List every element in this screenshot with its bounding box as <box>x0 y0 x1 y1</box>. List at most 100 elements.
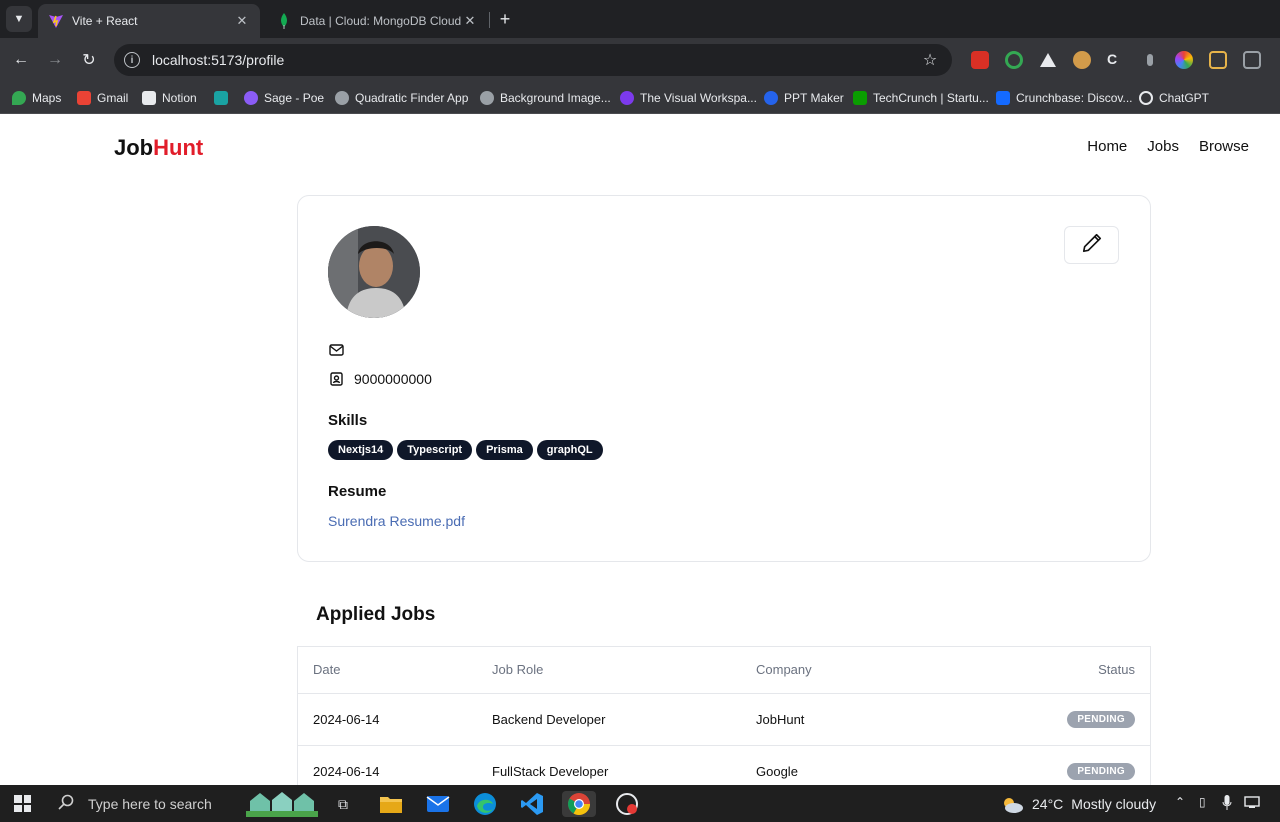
device-icon[interactable]: ▯ <box>1199 795 1206 809</box>
bookmark-visual-workspace[interactable]: The Visual Workspa... <box>620 89 757 107</box>
bookmark-app[interactable] <box>214 89 234 107</box>
nav-home[interactable]: Home <box>1087 138 1127 155</box>
bookmark-crunchbase[interactable]: Crunchbase: Discov... <box>996 89 1133 107</box>
nav-jobs[interactable]: Jobs <box>1147 138 1179 155</box>
taskbar-search[interactable]: Type here to search <box>48 785 238 822</box>
cloud-sun-icon <box>1000 796 1024 813</box>
column-header-job-role: Job Role <box>477 647 741 694</box>
extension-icon[interactable] <box>1209 51 1227 69</box>
column-header-status: Status <box>932 647 1150 694</box>
vscode-icon[interactable] <box>519 791 545 817</box>
resume-heading: Resume <box>328 483 387 500</box>
bookmark-star-icon[interactable]: ☆ <box>920 50 940 70</box>
status-badge: PENDING <box>1067 711 1135 728</box>
houses-widget-icon[interactable] <box>246 791 318 817</box>
forward-arrow-icon[interactable]: → <box>43 48 67 72</box>
extension-icon[interactable]: C <box>1107 51 1125 69</box>
tab-vite-react[interactable]: Vite + React ✕ <box>38 4 260 38</box>
avatar <box>328 226 420 318</box>
bookmark-quadratic[interactable]: Quadratic Finder App <box>335 89 468 107</box>
nav-browse[interactable]: Browse <box>1199 138 1249 155</box>
skill-badge: Prisma <box>476 440 533 460</box>
mail-icon <box>328 342 344 358</box>
maps-pin-icon <box>12 91 26 105</box>
bookmark-maps[interactable]: Maps <box>12 89 61 107</box>
column-header-date: Date <box>298 647 477 694</box>
cookie-extension-icon[interactable] <box>1073 51 1091 69</box>
vite-logo-icon <box>48 13 64 29</box>
chatgpt-icon <box>1139 91 1153 105</box>
microphone-icon[interactable] <box>1222 795 1232 814</box>
techcrunch-icon <box>853 91 867 105</box>
recording-app-icon[interactable] <box>614 791 640 817</box>
column-header-company: Company <box>741 647 933 694</box>
status-badge: PENDING <box>1067 763 1135 780</box>
tab-separator <box>489 12 490 28</box>
table-row: 2024-06-14 FullStack Developer Google PE… <box>298 745 1150 785</box>
color-picker-extension-icon[interactable] <box>1175 51 1193 69</box>
bookmark-notion[interactable]: Notion <box>142 89 197 107</box>
table-header-row: Date Job Role Company Status <box>298 647 1150 694</box>
applied-jobs-heading: Applied Jobs <box>316 604 436 625</box>
browser-toolbar: ← → ↻ i localhost:5173/profile ☆ C <box>0 38 1280 82</box>
pencil-icon <box>1081 232 1103 259</box>
weather-widget[interactable]: 24°C Mostly cloudy <box>1000 785 1156 822</box>
extension-icon[interactable] <box>1039 51 1057 69</box>
bookmark-chatgpt[interactable]: ChatGPT <box>1139 89 1209 107</box>
tab-title: Vite + React <box>72 14 138 28</box>
close-icon[interactable]: ✕ <box>462 13 478 29</box>
page-content: JobHunt Home Jobs Browse 9000000000 Skil… <box>0 115 1280 785</box>
back-arrow-icon[interactable]: ← <box>9 48 33 72</box>
new-tab-button[interactable]: + <box>494 8 516 30</box>
tab-mongodb[interactable]: Data | Cloud: MongoDB Cloud ✕ <box>266 4 488 38</box>
skills-list: Nextjs14 Typescript Prisma graphQL <box>328 440 603 460</box>
notion-icon <box>142 91 156 105</box>
extension-icon[interactable] <box>1141 51 1159 69</box>
task-view-icon[interactable]: ⧉ <box>330 791 356 817</box>
bookmark-sage-poe[interactable]: Sage - Poe <box>244 89 324 107</box>
site-info-icon[interactable]: i <box>124 52 140 68</box>
gmail-icon <box>77 91 91 105</box>
skill-badge: Typescript <box>397 440 473 460</box>
network-icon[interactable] <box>1244 795 1262 812</box>
tab-search-button[interactable]: ▼ <box>6 6 32 32</box>
phone-number: 9000000000 <box>354 371 432 387</box>
weather-condition: Mostly cloudy <box>1071 795 1157 812</box>
job-company: Google <box>741 745 933 785</box>
file-explorer-icon[interactable] <box>378 791 404 817</box>
job-company: JobHunt <box>741 693 933 746</box>
bookmark-background-image[interactable]: Background Image... <box>480 89 611 107</box>
extension-icon[interactable] <box>1005 51 1023 69</box>
applied-jobs-table: Date Job Role Company Status 2024-06-14 … <box>297 646 1151 785</box>
browser-tabstrip: ▼ Vite + React ✕ Data | Cloud: MongoDB C… <box>0 0 1280 38</box>
resume-link[interactable]: Surendra Resume.pdf <box>328 513 465 529</box>
temperature: 24°C <box>1032 795 1064 812</box>
address-bar[interactable]: i localhost:5173/profile ☆ <box>114 44 952 76</box>
bookmark-ppt-maker[interactable]: PPT Maker <box>764 89 844 107</box>
contact-icon <box>328 371 344 387</box>
close-icon[interactable]: ✕ <box>234 13 250 29</box>
edit-profile-button[interactable] <box>1064 226 1119 264</box>
bookmarks-bar: Maps Gmail Notion Sage - Poe Quadratic F… <box>0 82 1280 114</box>
bookmark-techcrunch[interactable]: TechCrunch | Startu... <box>853 89 989 107</box>
search-placeholder: Type here to search <box>88 795 212 812</box>
skill-badge: Nextjs14 <box>328 440 394 460</box>
mail-app-icon[interactable] <box>425 791 451 817</box>
globe-icon <box>480 91 494 105</box>
site-logo[interactable]: JobHunt <box>114 135 203 161</box>
job-date: 2024-06-14 <box>298 745 477 785</box>
chrome-taskbar-icon[interactable] <box>562 791 596 817</box>
reload-icon[interactable]: ↻ <box>77 48 101 72</box>
eye-icon <box>620 91 634 105</box>
edge-browser-icon[interactable] <box>472 791 498 817</box>
globe-icon <box>335 91 349 105</box>
tab-title: Data | Cloud: MongoDB Cloud <box>300 14 462 28</box>
windows-start-icon[interactable] <box>14 795 31 812</box>
extension-icon[interactable] <box>971 51 989 69</box>
chevron-up-icon[interactable]: ⌃ <box>1175 795 1185 809</box>
bookmark-gmail[interactable]: Gmail <box>77 89 128 107</box>
job-role: FullStack Developer <box>477 745 741 785</box>
extensions-menu-icon[interactable] <box>1243 51 1261 69</box>
poe-icon <box>244 91 258 105</box>
skills-heading: Skills <box>328 412 368 429</box>
